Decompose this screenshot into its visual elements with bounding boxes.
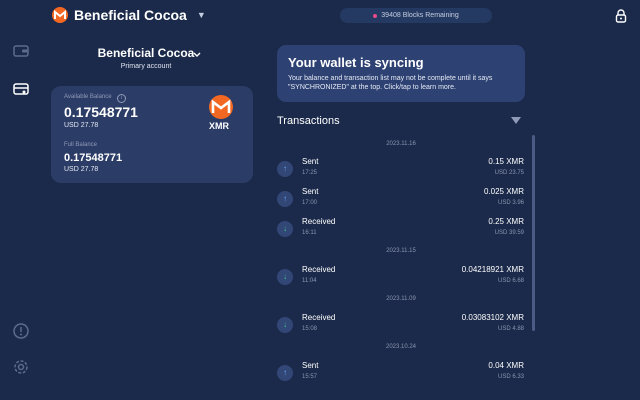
available-balance-usd: USD 27.78 (64, 122, 99, 129)
chevron-down-icon: ▼ (196, 10, 206, 20)
account-type: Primary account (120, 63, 172, 70)
transaction-amount: 0.04218921 XMR (461, 265, 524, 274)
received-arrow-icon: ↓ (277, 269, 293, 285)
sync-status-badge[interactable]: 39408 Blocks Remaining (340, 8, 492, 23)
wallet-icon[interactable] (12, 42, 30, 60)
transaction-time: 17:25 (302, 170, 318, 176)
wallet-switcher[interactable]: Beneficial Cocoa ▼ (52, 7, 206, 23)
transaction-row[interactable]: ↑ Sent 15:57 0.04 XMR USD 6.33 (270, 359, 532, 387)
account-name: Beneficial Cocoa (97, 46, 195, 60)
transaction-amount: 0.15 XMR (488, 157, 524, 166)
transaction-amount: 0.03083102 XMR (461, 313, 524, 322)
transaction-usd: USD 23.75 (494, 170, 524, 176)
transactions-title: Transactions (277, 115, 340, 127)
transaction-type: Received (302, 217, 336, 226)
monero-logo-icon (209, 95, 233, 119)
date-header: 2023.11.16 (386, 141, 416, 147)
transaction-usd: USD 6.33 (497, 374, 524, 380)
settings-icon[interactable] (12, 358, 30, 376)
available-balance-label: Available Balance (64, 94, 112, 100)
monero-logo-icon (52, 7, 68, 23)
transaction-scrollbar[interactable] (532, 135, 535, 331)
lock-icon[interactable] (615, 9, 627, 23)
received-arrow-icon: ↓ (277, 221, 293, 237)
transaction-row[interactable]: ↓ Received 11:04 0.04218921 XMR USD 6.68 (270, 263, 532, 291)
transaction-time: 16:11 (302, 230, 317, 236)
date-header: 2023.10.24 (385, 344, 417, 350)
full-balance-xmr: 0.17548771 (64, 152, 123, 164)
full-balance-label: Full Balance (64, 142, 98, 148)
help-icon[interactable] (12, 322, 30, 340)
sync-banner-message: Your balance and transaction list may no… (288, 75, 493, 91)
balance-card[interactable]: Available Balance i 0.17548771 USD 27.78… (51, 86, 253, 183)
filter-icon[interactable] (511, 117, 521, 125)
full-balance-usd: USD 27.78 (64, 166, 99, 173)
transaction-type: Received (302, 265, 336, 274)
info-icon[interactable]: i (117, 94, 126, 103)
date-header: 2023.11.09 (386, 296, 416, 302)
account-selector[interactable]: Beneficial Cocoa Primary account (90, 46, 202, 70)
available-balance-xmr: 0.17548771 (64, 104, 138, 120)
currency-label: XMR (209, 121, 229, 131)
transaction-time: 15:08 (302, 326, 318, 332)
chevron-down-icon[interactable] (193, 52, 201, 58)
transaction-amount: 0.04 XMR (488, 361, 524, 370)
transaction-list[interactable]: 2023.11.16 ↑ Sent 17:25 0.15 XMR USD 23.… (270, 135, 532, 400)
transaction-time: 15:57 (302, 374, 318, 380)
sync-banner-title: Your wallet is syncing (288, 55, 424, 70)
transaction-type: Sent (302, 361, 319, 370)
sent-arrow-icon: ↑ (277, 365, 293, 381)
transaction-amount: 0.025 XMR (483, 187, 524, 196)
transaction-row[interactable]: ↑ Sent 17:00 0.025 XMR USD 3.96 (270, 185, 532, 213)
transaction-time: 11:04 (302, 278, 317, 284)
transaction-row[interactable]: ↓ Received 15:08 0.03083102 XMR USD 4.88 (270, 311, 532, 339)
transaction-type: Sent (302, 187, 319, 196)
transaction-row[interactable]: ↑ Sent 17:25 0.15 XMR USD 23.75 (270, 155, 532, 183)
buy-sell-icon[interactable] (12, 80, 30, 98)
transaction-type: Received (302, 313, 336, 322)
sync-dot-icon (373, 13, 378, 18)
top-bar: Beneficial Cocoa ▼ 39408 Blocks Remainin… (0, 0, 640, 34)
transaction-usd: USD 3.96 (497, 200, 524, 206)
transaction-time: 17:00 (302, 200, 318, 206)
sync-status-text: 39408 Blocks Remaining (381, 12, 459, 19)
sync-banner[interactable]: Your wallet is syncing Your balance and … (277, 45, 525, 102)
transaction-usd: USD 4.88 (497, 326, 524, 332)
received-arrow-icon: ↓ (277, 317, 293, 333)
transaction-row[interactable]: ↓ Received 16:11 0.25 XMR USD 39.59 (270, 215, 532, 243)
transaction-usd: USD 39.59 (494, 230, 524, 236)
wallet-name: Beneficial Cocoa (74, 7, 187, 23)
sent-arrow-icon: ↑ (277, 191, 293, 207)
sent-arrow-icon: ↑ (277, 161, 293, 177)
transaction-type: Sent (302, 157, 319, 166)
transaction-amount: 0.25 XMR (488, 217, 524, 226)
date-header: 2023.11.15 (386, 248, 416, 254)
transaction-usd: USD 6.68 (497, 278, 524, 284)
